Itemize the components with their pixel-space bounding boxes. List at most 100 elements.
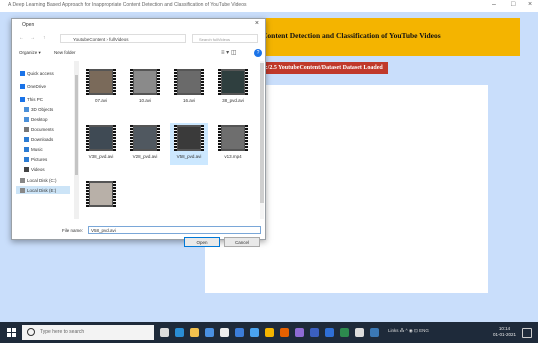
tray-icons[interactable]: Links ⁂ ^ ◉ ⊡ ENG <box>388 328 429 334</box>
address-bar: ← → ↑ YoutubeContent › fullVideos Search… <box>16 34 261 44</box>
path-input[interactable]: YoutubeContent › fullVideos <box>60 34 186 43</box>
file-list: 07.avi 10.avi 16.avi 38_pvd.avi V38_pvd.avi V… <box>82 61 258 219</box>
nav-item[interactable]: Music <box>24 145 43 153</box>
search-input[interactable]: Search fullVideos <box>192 34 258 43</box>
video-thumbnail <box>86 69 116 95</box>
video-thumbnail <box>218 125 248 151</box>
dataset-status-label: e:/2.5 YoutubeContent/Dataset Dataset Lo… <box>258 62 388 74</box>
nav-item-label: Local Disk (C:) <box>27 177 57 183</box>
window-close-button[interactable]: × <box>528 1 532 8</box>
new-folder-button[interactable]: New folder <box>54 50 76 55</box>
python-icon[interactable] <box>370 328 379 337</box>
file-explorer-icon[interactable] <box>190 328 199 337</box>
view-options-button[interactable]: ≡ ▾ ◫ <box>221 49 237 56</box>
file-item[interactable]: 38_pvd.avi <box>214 67 252 109</box>
desktop-icon <box>24 116 29 122</box>
file-item-label: 07.avi <box>94 98 107 103</box>
nav-item[interactable]: 3D Objects <box>24 105 53 113</box>
edge-icon[interactable] <box>175 328 184 337</box>
file-item[interactable]: 10.avi <box>126 67 164 109</box>
cube-icon <box>24 106 29 112</box>
nav-item[interactable]: Local Disk (C:) <box>20 176 57 184</box>
minimize-button[interactable]: – <box>492 1 496 8</box>
notification-icon[interactable] <box>522 328 532 338</box>
file-item[interactable]: v13.mp4 <box>214 123 252 165</box>
help-button[interactable]: ? <box>254 49 262 57</box>
star-icon <box>20 70 25 76</box>
nav-item-label: Music <box>31 146 43 152</box>
file-item[interactable] <box>82 179 120 221</box>
firefox-icon[interactable] <box>280 328 289 337</box>
file-item-label: v13.mp4 <box>224 154 242 159</box>
file-item[interactable]: 07.avi <box>82 67 120 109</box>
nav-item[interactable]: Quick access <box>20 69 54 77</box>
nav-item[interactable]: Downloads <box>24 135 53 143</box>
clock-date: 01-01-2021 <box>492 332 516 337</box>
dialog-titlebar: Open × <box>12 19 265 31</box>
video-thumbnail <box>174 125 204 151</box>
file-item-label: V28_pvd.avi <box>132 154 158 159</box>
cancel-button[interactable]: Cancel <box>224 237 260 247</box>
command-bar: Organize ▾ New folder ≡ ▾ ◫ ? <box>16 49 262 58</box>
app-b-icon[interactable] <box>250 328 259 337</box>
maximize-button[interactable]: □ <box>511 1 515 8</box>
up-button[interactable]: ↑ <box>43 35 46 41</box>
dialog-close-button[interactable]: × <box>255 20 259 27</box>
lock-icon[interactable] <box>220 328 229 337</box>
file-name-label: File name: <box>62 228 84 233</box>
nav-item-label: Desktop <box>31 116 48 122</box>
file-name-input[interactable]: V58_pvd.avi <box>88 226 261 234</box>
file-item-label: V38_pvd.avi <box>88 154 114 159</box>
nav-item-label: Videos <box>31 166 45 172</box>
search-icon <box>27 328 35 336</box>
navigation-scrollbar[interactable] <box>74 61 79 219</box>
video-thumbnail <box>174 69 204 95</box>
app-a-icon[interactable] <box>235 328 244 337</box>
cloud-icon <box>20 83 25 89</box>
nav-item[interactable]: Documents <box>24 125 54 133</box>
app-c-icon[interactable] <box>295 328 304 337</box>
file-name-row: File name: V58_pvd.avi <box>16 226 262 236</box>
video-thumbnail <box>86 125 116 151</box>
nav-item-label: Pictures <box>31 156 48 162</box>
app-e-icon[interactable] <box>325 328 334 337</box>
computer-icon <box>20 96 25 102</box>
app-g-icon[interactable] <box>355 328 364 337</box>
taskbar: Type here to search Links ⁂ ^ ◉ ⊡ ENG 10… <box>0 322 538 343</box>
nav-item[interactable]: This PC <box>20 95 43 103</box>
file-list-scrollbar[interactable] <box>260 61 264 219</box>
nav-item-label: Downloads <box>31 136 54 142</box>
file-item-label: 10.avi <box>138 98 151 103</box>
open-button[interactable]: Open <box>184 237 220 247</box>
clock[interactable]: 10:14 01-01-2021 <box>493 326 516 338</box>
file-item[interactable]: V58_pvd.avi <box>170 123 208 165</box>
drive-icon <box>20 187 25 193</box>
app-f-icon[interactable] <box>340 328 349 337</box>
nav-item[interactable]: Local Disk (E:) <box>16 186 70 194</box>
file-item-label: 16.avi <box>182 98 195 103</box>
taskbar-search-placeholder: Type here to search <box>40 329 85 335</box>
music-icon <box>24 146 29 152</box>
windows-start-icon[interactable] <box>7 328 16 337</box>
nav-item-label: Documents <box>31 126 54 132</box>
forward-button[interactable]: → <box>30 35 35 41</box>
nav-item[interactable]: OneDrive <box>20 82 46 90</box>
nav-item[interactable]: Pictures <box>24 155 47 163</box>
file-item[interactable]: 16.avi <box>170 67 208 109</box>
file-item[interactable]: V28_pvd.avi <box>126 123 164 165</box>
nav-item[interactable]: Videos <box>24 165 45 173</box>
app-d-icon[interactable] <box>310 328 319 337</box>
chrome-icon[interactable] <box>265 328 274 337</box>
back-button[interactable]: ← <box>19 35 24 41</box>
nav-item-label: 3D Objects <box>31 106 54 112</box>
nav-item[interactable]: Desktop <box>24 115 48 123</box>
organize-button[interactable]: Organize ▾ <box>19 50 41 56</box>
task-view-icon[interactable] <box>160 328 169 337</box>
taskbar-search-input[interactable]: Type here to search <box>22 325 154 340</box>
store-icon[interactable] <box>205 328 214 337</box>
file-item[interactable]: V38_pvd.avi <box>82 123 120 165</box>
nav-item-label: Quick access <box>27 70 54 76</box>
video-thumbnail <box>218 69 248 95</box>
dialog-title: Open <box>22 22 35 28</box>
drive-icon <box>20 177 25 183</box>
